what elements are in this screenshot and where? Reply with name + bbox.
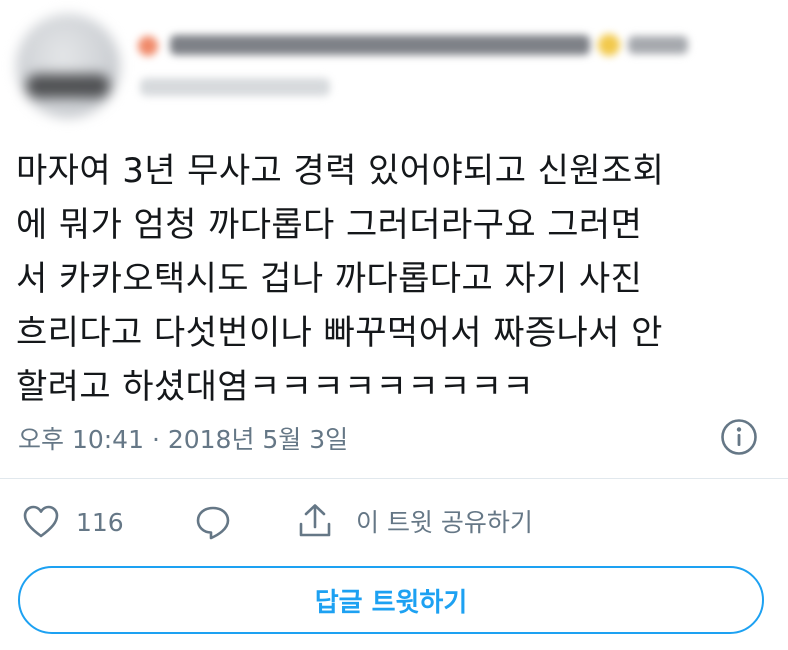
tweet-text: 마자여 3년 무사고 경력 있어야되고 신원조회 에 뭐가 엄청 까다롭다 그러… [16,144,776,414]
info-icon[interactable] [720,418,758,456]
display-name-blurred[interactable] [132,26,692,64]
share-icon [298,502,332,540]
tweet-text-line: 흐리다고 다섯번이나 빠꾸먹어서 짜증나서 안 [16,313,663,353]
tweet-timestamp[interactable]: 오후 10:41 · 2018년 5월 3일 [18,420,348,456]
tweet-detail-page: 마자여 3년 무사고 경력 있어야되고 신원조회 에 뭐가 엄청 까다롭다 그러… [0,0,788,650]
tweet-header [0,0,788,118]
like-button[interactable]: 116 [22,504,124,540]
tweet-actions: 116 이 트윗 공유하기 [0,482,788,564]
share-label: 이 트윗 공유하기 [356,508,533,537]
divider [0,478,788,479]
username-blurred[interactable] [140,78,330,96]
tweet-text-line: 서 카카오택시도 겁나 까다롭다고 자기 사진 [16,259,643,299]
reply-tweet-button[interactable]: 답글 트윗하기 [18,566,764,634]
comment-icon [194,504,232,542]
heart-icon [22,504,60,540]
avatar[interactable] [16,14,120,118]
share-button[interactable]: 이 트윗 공유하기 [298,502,533,540]
tweet-text-line: 할려고 하셨대염ㅋㅋㅋㅋㅋㅋㅋㅋㅋ [16,367,535,407]
tweet-text-line: 마자여 3년 무사고 경력 있어야되고 신원조회 [16,151,665,191]
like-count: 116 [76,507,124,537]
reply-action-button[interactable] [194,504,232,542]
tweet-text-line: 에 뭐가 엄청 까다롭다 그러더라구요 그러면 [16,205,643,245]
